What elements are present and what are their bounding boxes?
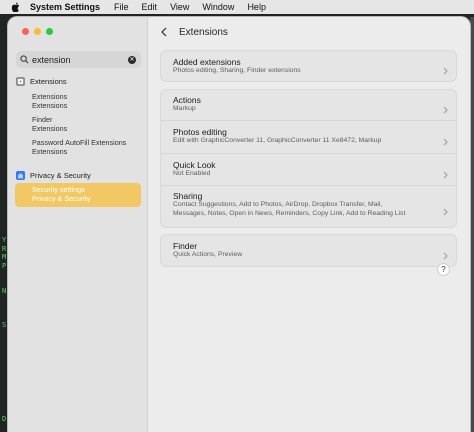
menu-bar: System Settings File Edit View Window He… [0, 0, 474, 14]
row-added-extensions[interactable]: Added extensions Photos editing, Sharing… [161, 51, 456, 81]
row-finder[interactable]: Finder Quick Actions, Preview [161, 235, 456, 266]
sidebar-item-label: Privacy & Security [30, 171, 91, 180]
background-window-edge [470, 17, 474, 432]
row-label: Photos editing [173, 127, 227, 137]
row-actions[interactable]: Actions Markup [161, 90, 456, 120]
row-sharing[interactable]: Sharing Contact Suggestions, Add to Phot… [161, 185, 456, 227]
card-added-extensions: Added extensions Photos editing, Sharing… [160, 50, 457, 82]
help-button[interactable]: ? [437, 263, 450, 276]
settings-window: extension ✕ Extensions Extensions Extens… [8, 17, 470, 432]
row-description: Not Enabled [173, 170, 211, 177]
menu-edit[interactable]: Edit [142, 2, 158, 12]
apple-icon [11, 2, 19, 12]
row-description: Photos editing, Sharing, Finder extensio… [173, 67, 301, 74]
toolbar: Extensions [148, 17, 470, 47]
chevron-left-icon [161, 27, 167, 37]
search-field[interactable]: extension ✕ [16, 51, 141, 68]
chevron-right-icon [443, 166, 448, 178]
chevron-right-icon [443, 101, 448, 114]
back-button[interactable] [161, 27, 169, 38]
minimize-button[interactable] [34, 28, 41, 35]
row-description: Quick Actions, Preview [173, 251, 243, 258]
puzzle-icon [16, 77, 25, 86]
result-subtitle: Privacy & Security [32, 193, 91, 203]
result-subtitle: Extensions [32, 100, 68, 110]
menu-app-name[interactable]: System Settings [30, 2, 100, 12]
card-extension-types: Actions Markup Photos editing Edit with … [160, 89, 457, 228]
result-subtitle: Extensions [32, 123, 68, 133]
terminal-line: Y [2, 236, 7, 244]
chevron-right-icon [443, 133, 448, 146]
sidebar-item-label: Extensions [30, 77, 67, 86]
row-description: Contact Suggestions, Add to Photos, AirD… [173, 201, 383, 208]
row-description: Edit with GraphicConverter 11, GraphicCo… [173, 137, 382, 144]
row-description: Markup [173, 105, 196, 112]
row-photos-editing[interactable]: Photos editing Edit with GraphicConverte… [161, 120, 456, 153]
terminal-line: N [2, 287, 7, 295]
search-result-finder[interactable]: Finder Extensions [32, 115, 68, 133]
search-result-security-settings[interactable]: Security settings Privacy & Security [15, 183, 141, 207]
search-result-extensions[interactable]: Extensions Extensions [32, 92, 68, 110]
menu-view[interactable]: View [170, 2, 189, 12]
row-label: Sharing [173, 191, 203, 201]
main-content: Extensions Added extensions Photos editi… [148, 17, 470, 432]
sidebar-item-extensions[interactable]: Extensions [16, 77, 67, 86]
row-label: Finder [173, 241, 198, 251]
chevron-right-icon [443, 203, 448, 215]
window-controls [22, 28, 53, 35]
row-description-continued: Messages, Notes, Open in News, Reminders… [173, 209, 406, 217]
apple-menu[interactable] [0, 2, 30, 12]
zoom-button[interactable] [46, 28, 53, 35]
terminal-line: R [2, 244, 7, 253]
terminal-line: S [2, 321, 7, 329]
terminal-line: P [2, 261, 7, 270]
clear-icon[interactable]: ✕ [128, 55, 136, 64]
menu-window[interactable]: Window [202, 2, 234, 12]
row-label: Actions [173, 95, 201, 105]
hand-icon [16, 171, 25, 180]
search-result-password-autofill[interactable]: Password AutoFill Extensions Extensions [32, 138, 126, 156]
search-icon [16, 55, 32, 64]
result-subtitle: Extensions [32, 146, 68, 156]
sidebar-item-privacy-security[interactable]: Privacy & Security [16, 171, 91, 180]
menu-help[interactable]: Help [247, 2, 266, 12]
search-input[interactable]: extension [32, 55, 128, 65]
menu-file[interactable]: File [114, 2, 129, 12]
card-finder: Finder Quick Actions, Preview [160, 234, 457, 267]
page-title: Extensions [179, 26, 228, 38]
row-quick-look[interactable]: Quick Look Not Enabled [161, 153, 456, 185]
terminal-text: YRMP N S D [2, 236, 6, 423]
row-label: Added extensions [173, 57, 241, 67]
terminal-line: M [2, 253, 7, 261]
close-button[interactable] [22, 28, 29, 35]
sidebar: extension ✕ Extensions Extensions Extens… [8, 17, 148, 432]
chevron-right-icon [443, 247, 448, 259]
terminal-line: D [2, 414, 7, 423]
row-label: Quick Look [173, 160, 216, 170]
chevron-right-icon [443, 62, 448, 75]
